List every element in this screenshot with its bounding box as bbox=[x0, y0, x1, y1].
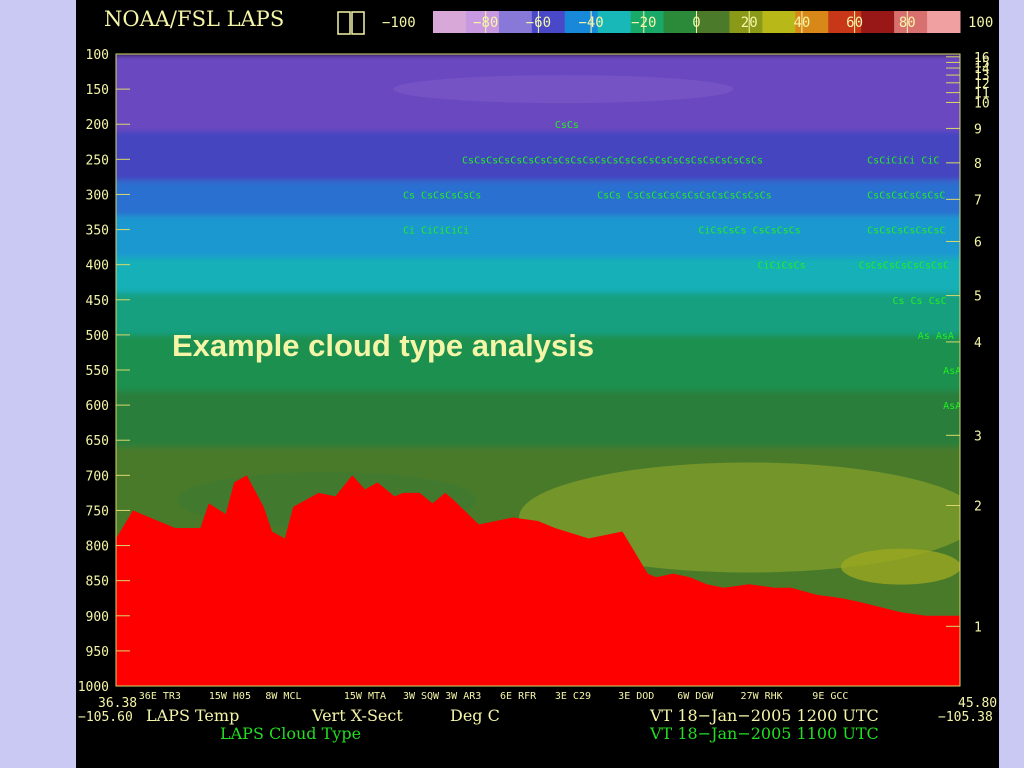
pressure-tick-label: 500 bbox=[86, 329, 109, 344]
pressure-tick-label: 800 bbox=[86, 540, 109, 555]
cloud-type-label: AsA bbox=[943, 401, 961, 412]
colorbar-tick-label: 0 bbox=[692, 15, 700, 31]
colorbar-tick-label: −40 bbox=[578, 15, 603, 31]
footer-field-label: LAPS Temp bbox=[146, 706, 239, 725]
footer-section-label: Vert X-Sect bbox=[311, 706, 403, 725]
window-icon-left bbox=[337, 11, 351, 35]
lower-warm-core bbox=[840, 548, 960, 585]
cloud-type-label: CsCsCsCsCsCsCsCsCsCsCsCsCsCsCsCsCsCsCsCs… bbox=[462, 155, 763, 166]
colorbar-segment bbox=[433, 11, 467, 33]
cross-section-plot: NOAA/FSL LAPS −100 −80 −60 −40 −20 0 20 40 60 80… bbox=[78, 7, 997, 743]
station-label: 3E DOD bbox=[618, 691, 654, 702]
cloud-type-label: CsCs CsCsCsCsCsCsCsCsCsCsCsCs bbox=[597, 190, 772, 201]
upper-warm-streak bbox=[393, 75, 734, 104]
cloud-type-label: Cs CsCsCsCsCs bbox=[403, 190, 481, 201]
colorbar-segment bbox=[762, 11, 796, 33]
pressure-tick-label: 150 bbox=[86, 83, 109, 98]
pressure-tick-label: 350 bbox=[86, 224, 109, 239]
temperature-band bbox=[116, 180, 960, 218]
colorbar-segment bbox=[696, 11, 730, 33]
temperature-band bbox=[116, 215, 960, 260]
cloud-type-label: AsA bbox=[943, 366, 961, 377]
colorbar-tick-label: 20 bbox=[741, 15, 758, 31]
cloud-type-label: CsCsCsCsCsCsC bbox=[867, 190, 945, 201]
height-tick-label: 10 bbox=[974, 96, 990, 111]
header-title: NOAA/FSL LAPS bbox=[104, 7, 284, 31]
station-label: 8W MCL bbox=[265, 691, 301, 702]
pressure-tick-label: 1000 bbox=[78, 680, 109, 695]
station-label: 3W AR3 bbox=[445, 691, 481, 702]
pressure-tick-label: 650 bbox=[86, 434, 109, 449]
colorbar-segment bbox=[861, 11, 895, 33]
cloud-type-label: CsCiCiCi CiC bbox=[867, 155, 939, 166]
pressure-tick-label: 100 bbox=[86, 48, 109, 63]
pressure-tick-label: 250 bbox=[86, 153, 109, 168]
footer-unit-label: Deg C bbox=[450, 706, 500, 725]
colorbar-segment bbox=[927, 11, 961, 33]
footer-right-lon: −105.38 bbox=[938, 710, 993, 725]
cloud-type-label: CsCsCsCsCsCsC bbox=[867, 226, 945, 237]
colorbar-min-label: −100 bbox=[382, 15, 416, 31]
cloud-type-label: CiCiCsCs bbox=[757, 261, 805, 272]
cloud-type-label: CsCs bbox=[555, 120, 579, 131]
temperature-band bbox=[116, 257, 960, 295]
colorbar-tick-label: 60 bbox=[846, 15, 863, 31]
height-tick-label: 8 bbox=[974, 157, 982, 172]
footer-overlay-valid-time: VT 18−Jan−2005 1100 UTC bbox=[649, 724, 879, 743]
footer-left-lon: −105.60 bbox=[78, 710, 133, 725]
pressure-tick-label: 900 bbox=[86, 610, 109, 625]
station-axis: 36E TR3 15W H05 8W MCL 15W MTA 3W SQW 3W AR3 6… bbox=[139, 691, 849, 702]
station-label: 15W H05 bbox=[209, 691, 251, 702]
colorbar-tick-label: −60 bbox=[526, 15, 551, 31]
station-label: 3E C29 bbox=[555, 691, 591, 702]
pressure-tick-label: 600 bbox=[86, 399, 109, 414]
height-tick-label: 7 bbox=[974, 193, 982, 208]
height-tick-label: 6 bbox=[974, 235, 982, 250]
pressure-tick-label: 550 bbox=[86, 364, 109, 379]
plot-panel: NOAA/FSL LAPS −100 −80 −60 −40 −20 0 20 40 60 80… bbox=[76, 0, 999, 768]
colorbar-ticks: −80 −60 −40 −20 0 20 40 60 80 bbox=[473, 11, 916, 33]
caption: Example cloud type analysis bbox=[172, 328, 595, 363]
colorbar-max-label: 100 bbox=[968, 15, 993, 31]
pressure-tick-label: 200 bbox=[86, 118, 109, 133]
cloud-type-label: Ci CiCiCiCi bbox=[403, 226, 469, 237]
pressure-tick-label: 850 bbox=[86, 575, 109, 590]
height-tick-label: 1 bbox=[974, 620, 982, 635]
colorbar-tick-label: −80 bbox=[473, 15, 498, 31]
pressure-tick-label: 700 bbox=[86, 469, 109, 484]
cloud-type-label: As AsA bbox=[918, 331, 954, 342]
colorbar-tick-label: 40 bbox=[793, 15, 810, 31]
colorbar-tick-label: −20 bbox=[631, 15, 656, 31]
pressure-tick-label: 400 bbox=[86, 259, 109, 274]
height-tick-label: 9 bbox=[974, 122, 982, 137]
height-tick-label: 4 bbox=[974, 336, 982, 351]
footer-overlay-label: LAPS Cloud Type bbox=[220, 724, 361, 743]
footer-valid-time: VT 18−Jan−2005 1200 UTC bbox=[649, 706, 879, 725]
pressure-tick-label: 450 bbox=[86, 294, 109, 309]
cloud-type-label: CiCsCsCs CsCsCsCs bbox=[698, 226, 800, 237]
footer-left-lat: 36.38 bbox=[98, 696, 137, 711]
station-label: 6W DGW bbox=[677, 691, 714, 702]
cloud-type-label: CsCsCsCsCsCsCsC bbox=[859, 261, 949, 272]
window-icon-right bbox=[351, 11, 365, 35]
station-label: 36E TR3 bbox=[139, 691, 181, 702]
station-label: 9E GCC bbox=[812, 691, 848, 702]
footer-right-lat: 45.80 bbox=[958, 696, 997, 711]
colorbar-tick-label: 80 bbox=[899, 15, 916, 31]
station-label: 15W MTA bbox=[344, 691, 386, 702]
cloud-type-label: Cs Cs CsC bbox=[892, 296, 946, 307]
pressure-tick-label: 750 bbox=[86, 504, 109, 519]
height-tick-label: 5 bbox=[974, 290, 982, 305]
station-label: 27W RHK bbox=[741, 691, 783, 702]
pressure-tick-label: 300 bbox=[86, 188, 109, 203]
pressure-tick-label: 950 bbox=[86, 645, 109, 660]
station-label: 6E RFR bbox=[500, 691, 537, 702]
height-tick-label: 2 bbox=[974, 500, 982, 515]
height-tick-label: 3 bbox=[974, 429, 982, 444]
station-label: 3W SQW bbox=[403, 691, 440, 702]
temperature-band bbox=[116, 391, 960, 450]
